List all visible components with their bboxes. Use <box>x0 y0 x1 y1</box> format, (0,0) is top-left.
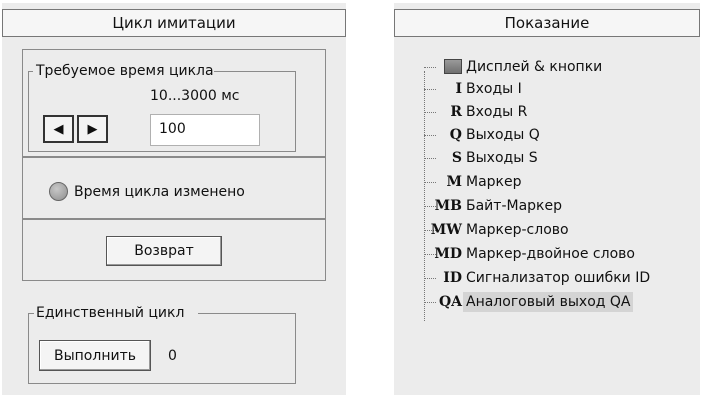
tree-item-label: Выходы S <box>466 150 538 166</box>
single-line-bottom <box>28 383 296 384</box>
display-and-buttons-icon <box>444 59 462 74</box>
cycle-time-range: 10...3000 мс <box>150 88 240 104</box>
tree-item-marker-word[interactable]: MW Маркер-слово <box>408 219 700 241</box>
single-cycle-legend: Единственный цикл <box>34 304 187 322</box>
required-cycle-time-legend: Требуемое время цикла <box>33 62 217 80</box>
analog-output-qa-icon: QA <box>438 294 462 310</box>
tree-item-display-buttons[interactable]: Дисплей & кнопки <box>408 56 700 78</box>
tree-item-label: Маркер-слово <box>466 222 569 238</box>
single-line-right <box>295 313 296 383</box>
cycle-changed-indicator <box>49 182 68 201</box>
legend-line-right <box>214 71 296 72</box>
cycle-changed-label: Время цикла изменено <box>74 184 245 200</box>
tree-item-label: Входы R <box>466 104 528 120</box>
outputs-q-icon: Q <box>449 127 462 143</box>
tree-item-label: Входы I <box>466 81 522 97</box>
byte-marker-icon: MB <box>434 198 462 214</box>
tree-item-analog-output-qa[interactable]: QA Аналоговый выход QA <box>408 291 700 313</box>
group-line-left <box>28 71 29 151</box>
marker-dword-icon: MD <box>434 246 462 262</box>
display-panel-header: Показание <box>394 9 700 37</box>
tree-item-outputs-q[interactable]: Q Выходы Q <box>408 124 700 146</box>
cycle-simulation-header: Цикл имитации <box>2 9 346 37</box>
tree-item-label: Дисплей & кнопки <box>466 59 603 75</box>
execute-button[interactable]: Выполнить <box>39 340 151 371</box>
display-panel: Показание Дисплей & кнопки I Входы I R В… <box>394 3 700 395</box>
arrow-right-icon: ▶ <box>87 121 98 137</box>
tree-item-inputs-i[interactable]: I Входы I <box>408 78 700 100</box>
tree-item-label: Байт-Маркер <box>466 198 562 214</box>
tree-item-inputs-r[interactable]: R Входы R <box>408 101 700 123</box>
cycle-simulation-panel: Цикл имитации Требуемое время цикла 10..… <box>2 3 346 395</box>
marker-word-icon: MW <box>430 222 462 238</box>
tree-item-marker[interactable]: M Маркер <box>408 171 700 193</box>
tree-item-label: Маркер-двойное слово <box>466 246 635 262</box>
tree-item-byte-marker[interactable]: MB Байт-Маркер <box>408 195 700 217</box>
inputs-r-icon: R <box>450 104 462 120</box>
tree-item-outputs-s[interactable]: S Выходы S <box>408 147 700 169</box>
group-line-bottom <box>28 151 296 152</box>
single-legend-line-right <box>198 313 296 314</box>
tree-item-label: Сигнализатор ошибки ID <box>466 270 651 286</box>
single-line-left <box>28 313 29 383</box>
reset-button[interactable]: Возврат <box>106 236 222 266</box>
increase-cycle-time-button[interactable]: ▶ <box>77 115 108 143</box>
outputs-s-icon: S <box>451 150 462 166</box>
decrease-cycle-time-button[interactable]: ◀ <box>43 115 74 143</box>
tree-item-label: Маркер <box>466 174 522 190</box>
tree-item-marker-dword[interactable]: MD Маркер-двойное слово <box>408 243 700 265</box>
tree-item-label: Выходы Q <box>466 127 540 143</box>
marker-icon: M <box>446 174 463 190</box>
display-tree: Дисплей & кнопки I Входы I R Входы R Q В… <box>408 49 700 395</box>
inputs-i-icon: I <box>455 81 462 97</box>
tree-item-error-id[interactable]: ID Сигнализатор ошибки ID <box>408 267 700 289</box>
group-line-right <box>295 71 296 151</box>
cycle-time-input[interactable]: 100 <box>150 114 260 146</box>
error-id-icon: ID <box>443 270 462 286</box>
single-cycle-counter: 0 <box>168 348 177 364</box>
tree-item-label: Аналоговый выход QA <box>463 292 634 312</box>
arrow-left-icon: ◀ <box>53 121 64 137</box>
